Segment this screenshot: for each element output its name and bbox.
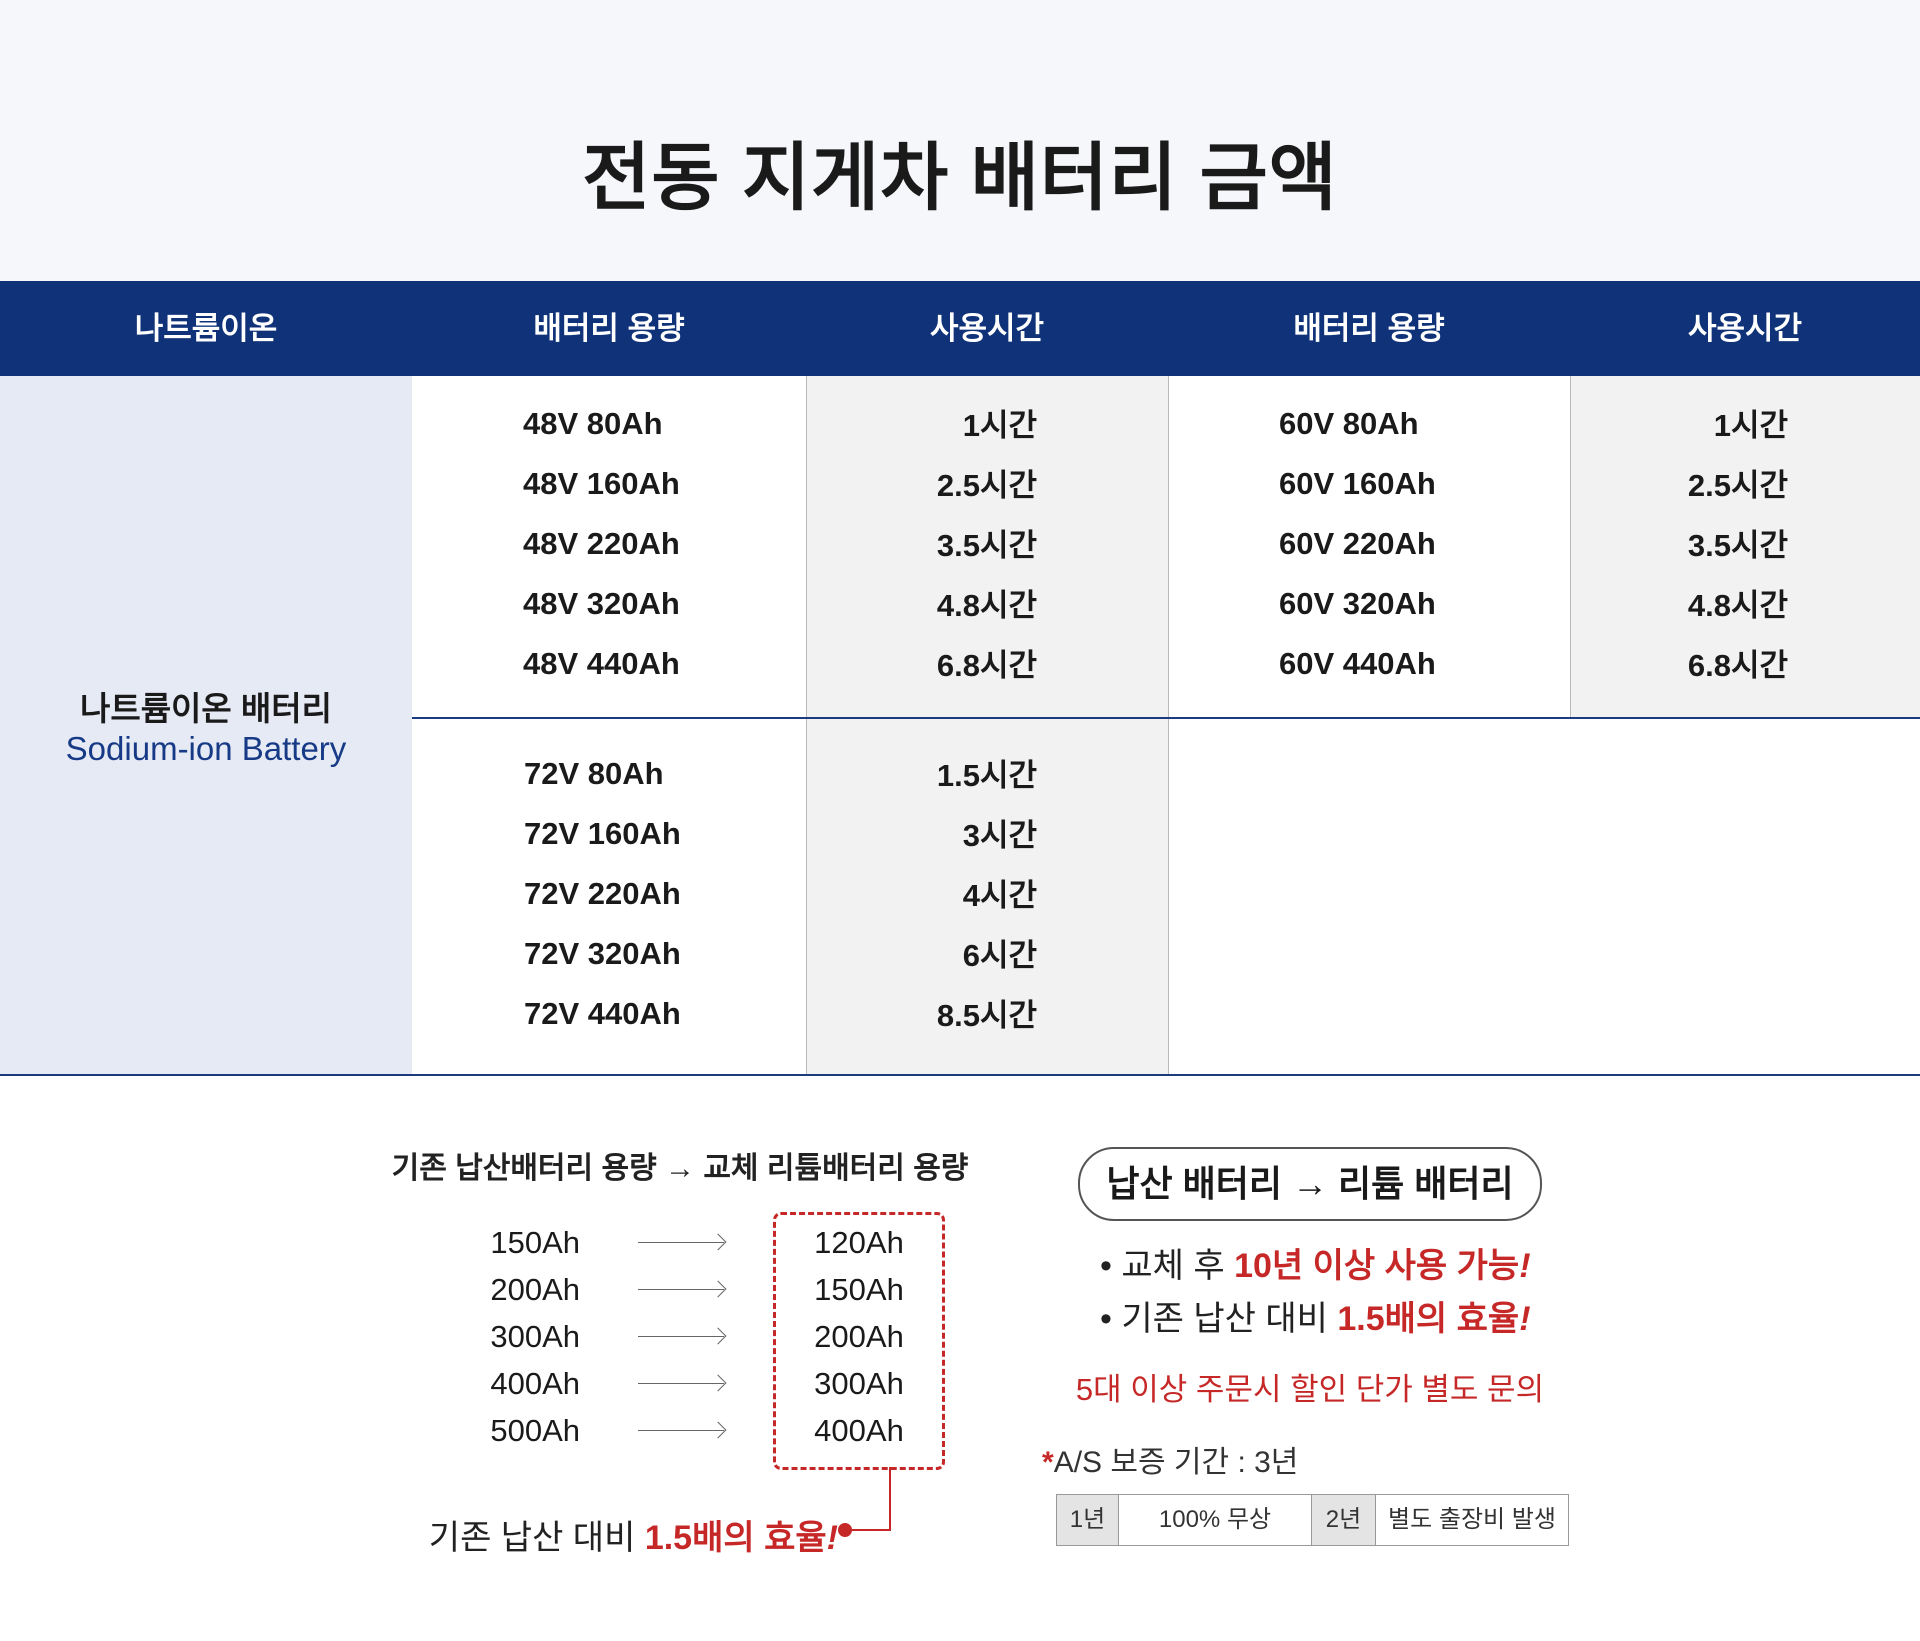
- list-item: 400Ah: [490, 1366, 580, 1401]
- list-item: 2.5시간: [1687, 468, 1788, 503]
- list-item: 48V 220Ah: [523, 526, 680, 561]
- benefit-text: • 기존 납산 대비: [1100, 1300, 1338, 1338]
- benefit-highlight: 1.5배의 효율: [1337, 1300, 1520, 1338]
- time-list-48v: 1시간 2.5시간 3.5시간 4.8시간 6.8시간: [880, 396, 1037, 696]
- arrow-right-icon: [638, 1360, 728, 1407]
- conversion-title: 기존 납산배터리 용량 → 교체 리튬배터리 용량: [391, 1152, 969, 1185]
- list-item: 72V 80Ah: [524, 756, 664, 791]
- row-divider: [412, 717, 1920, 719]
- list-item: 72V 440Ah: [524, 996, 681, 1031]
- list-item: 400Ah: [814, 1413, 904, 1448]
- warranty-year-1: 1년: [1057, 1495, 1119, 1545]
- list-item: 3시간: [962, 818, 1037, 853]
- warranty-year-2: 2년: [1312, 1495, 1376, 1545]
- list-item: 150Ah: [490, 1225, 580, 1260]
- list-item: 60V 320Ah: [1279, 586, 1436, 621]
- list-item: 6시간: [962, 938, 1037, 973]
- conversion-arrows: [638, 1219, 728, 1454]
- table-bottom-border: [0, 1074, 1920, 1076]
- list-item: 1시간: [1713, 408, 1788, 443]
- benefit-text: • 교체 후: [1100, 1247, 1235, 1285]
- list-item: 300Ah: [814, 1366, 904, 1401]
- list-item: 60V 440Ah: [1279, 646, 1436, 681]
- category-name-ko: 나트륨이온 배터리: [79, 690, 333, 727]
- hero-section: 전동 지게차 배터리 금액: [0, 0, 1920, 281]
- list-item: 60V 80Ah: [1279, 406, 1419, 441]
- bulk-order-notice: 5대 이상 주문시 할인 단가 별도 문의: [1075, 1372, 1545, 1407]
- category-cell: 나트륨이온 배터리 Sodium-ion Battery: [0, 376, 412, 1075]
- time-list-60v: 1시간 2.5시간 3.5시간 4.8시간 6.8시간: [1630, 396, 1788, 696]
- capacity-list-72v: 72V 80Ah 72V 160Ah 72V 220Ah 72V 320Ah 7…: [524, 744, 754, 1044]
- benefit-mark: !: [1519, 1300, 1531, 1338]
- arrow-right-icon: [638, 1266, 728, 1313]
- warranty-table: 1년 100% 무상 2년 별도 출장비 발생: [1056, 1494, 1569, 1546]
- list-item: 300Ah: [490, 1319, 580, 1354]
- list-item: 200Ah: [814, 1319, 904, 1354]
- list-item: 2.5시간: [936, 468, 1037, 503]
- lead-acid-capacity-list: 150Ah 200Ah 300Ah 400Ah 500Ah: [440, 1219, 580, 1454]
- list-item: 72V 320Ah: [524, 936, 681, 971]
- list-item: 1.5시간: [936, 758, 1037, 793]
- header-capacity-1: 배터리 용량: [533, 311, 685, 346]
- capacity-list-60v: 60V 80Ah 60V 160Ah 60V 220Ah 60V 320Ah 6…: [1279, 394, 1509, 694]
- list-item: 6.8시간: [1687, 648, 1788, 683]
- list-item: 48V 440Ah: [523, 646, 680, 681]
- benefit-mark: !: [1519, 1247, 1531, 1285]
- category-name-en: Sodium-ion Battery: [65, 730, 347, 767]
- list-item: 60V 160Ah: [1279, 466, 1436, 501]
- list-item: 48V 80Ah: [523, 406, 663, 441]
- table-header: 나트륨이온 배터리 용량 사용시간 배터리 용량 사용시간: [0, 281, 1920, 376]
- time-list-72v: 1.5시간 3시간 4시간 6시간 8.5시간: [880, 746, 1037, 1046]
- callout-dot-icon: [838, 1523, 852, 1537]
- warranty-year-1-terms: 100% 무상: [1119, 1495, 1312, 1545]
- list-item: 200Ah: [490, 1272, 580, 1307]
- benefit-item: • 기존 납산 대비 1.5배의 효율!: [1100, 1291, 1531, 1340]
- list-item: 72V 220Ah: [524, 876, 681, 911]
- warranty-text: A/S 보증 기간 : 3년: [1053, 1446, 1299, 1479]
- asterisk-mark: *: [1042, 1446, 1054, 1479]
- warranty-year-2-terms: 별도 출장비 발생: [1388, 1506, 1556, 1533]
- list-item: 4.8시간: [936, 588, 1037, 623]
- divider: [1168, 376, 1169, 1075]
- list-item: 6.8시간: [936, 648, 1037, 683]
- capacity-list-48v: 48V 80Ah 48V 160Ah 48V 220Ah 48V 320Ah 4…: [523, 394, 753, 694]
- list-item: 60V 220Ah: [1279, 526, 1436, 561]
- divider: [1570, 376, 1571, 718]
- page-title: 전동 지게차 배터리 금액: [582, 136, 1338, 219]
- list-item: 48V 160Ah: [523, 466, 680, 501]
- callout-line: [889, 1467, 891, 1531]
- list-item: 150Ah: [814, 1272, 904, 1307]
- efficiency-highlight: 1.5배의 효율: [644, 1519, 827, 1557]
- header-usage-time-1: 사용시간: [929, 311, 1045, 346]
- lead-to-lithium-badge: 납산 배터리 → 리튬 배터리: [1078, 1147, 1542, 1221]
- header-usage-time-2: 사용시간: [1687, 311, 1803, 346]
- list-item: 8.5시간: [936, 998, 1037, 1033]
- list-item: 48V 320Ah: [523, 586, 680, 621]
- divider: [806, 376, 807, 1075]
- header-capacity-2: 배터리 용량: [1293, 311, 1445, 346]
- efficiency-prefix: 기존 납산 대비: [428, 1519, 645, 1557]
- list-item: 120Ah: [814, 1225, 904, 1260]
- lithium-capacity-list: 120Ah 150Ah 200Ah 300Ah 400Ah: [776, 1219, 942, 1454]
- arrow-right-icon: [638, 1219, 728, 1266]
- list-item: 3.5시간: [936, 528, 1037, 563]
- list-item: 500Ah: [490, 1413, 580, 1448]
- arrow-right-icon: [638, 1407, 728, 1454]
- benefit-item: • 교체 후 10년 이상 사용 가능!: [1100, 1238, 1531, 1287]
- efficiency-callout: 기존 납산 대비 1.5배의 효율!: [360, 1510, 838, 1559]
- list-item: 72V 160Ah: [524, 816, 681, 851]
- list-item: 4.8시간: [1687, 588, 1788, 623]
- header-type: 나트륨이온: [134, 311, 278, 346]
- list-item: 1시간: [962, 408, 1037, 443]
- list-item: 4시간: [962, 878, 1037, 913]
- list-item: 3.5시간: [1687, 528, 1788, 563]
- efficiency-mark: !: [826, 1519, 838, 1557]
- arrow-right-icon: [638, 1313, 728, 1360]
- warranty-label: *A/S 보증 기간 : 3년: [1042, 1437, 1298, 1481]
- benefit-highlight: 10년 이상 사용 가능: [1234, 1247, 1520, 1285]
